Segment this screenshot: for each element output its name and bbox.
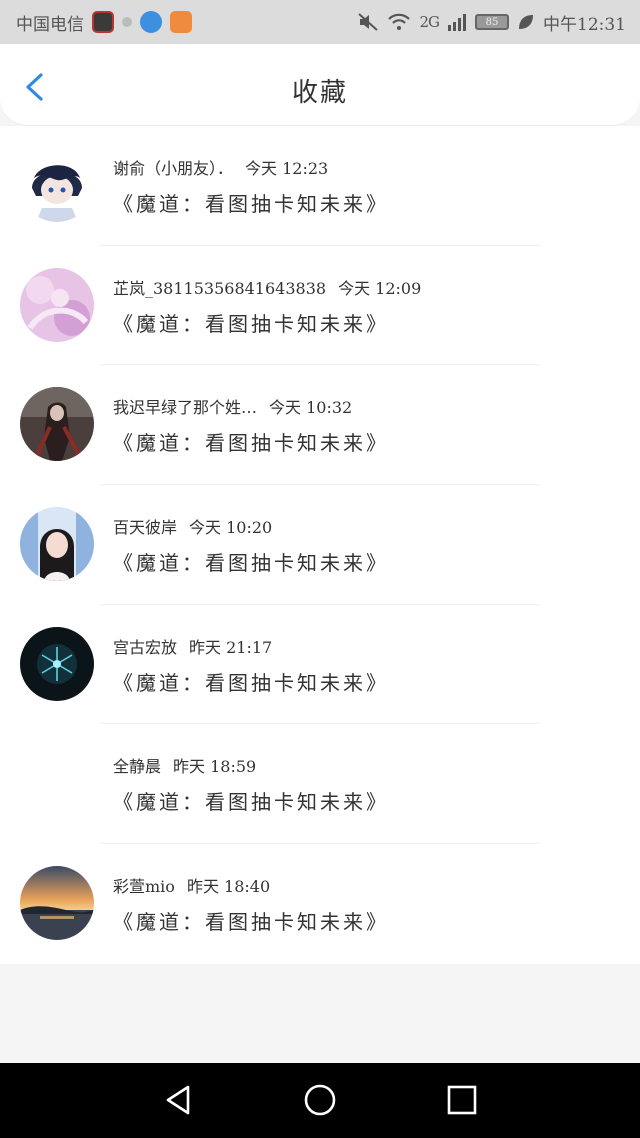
timestamp: 昨天 18:59 — [173, 757, 257, 777]
book-title[interactable]: 《魔道：看图抽卡知未来》 — [113, 906, 389, 935]
status-bar: 中国电信 2G 85 中午12:31 — [0, 0, 640, 44]
item-meta: 我迟早绿了那个姓… 今天 10:32 — [113, 394, 352, 418]
list-item[interactable]: 我迟早绿了那个姓… 今天 10:32 《魔道：看图抽卡知未来》 — [0, 365, 640, 486]
mute-icon — [358, 13, 379, 31]
timestamp: 昨天 21:17 — [189, 637, 273, 657]
book-title[interactable]: 《魔道：看图抽卡知未来》 — [113, 308, 389, 337]
avatar[interactable] — [20, 866, 94, 941]
play-app-icon — [170, 11, 192, 33]
notification-dot-icon — [122, 17, 132, 27]
username: 芷岚_38115356841643838 — [113, 278, 327, 298]
item-meta: 谢俞（小朋友）． 今天 12:23 — [113, 155, 328, 179]
item-meta: 宫古宏放 昨天 21:17 — [113, 634, 272, 658]
timestamp: 今天 10:32 — [269, 398, 353, 418]
username: 百天彼岸 — [113, 518, 178, 538]
avatar[interactable] — [20, 148, 94, 222]
username: 全静晨 — [113, 757, 162, 777]
list-item[interactable]: 宫古宏放 昨天 21:17 《魔道：看图抽卡知未来》 — [0, 605, 640, 725]
avatar[interactable] — [20, 626, 94, 701]
clock-label: 中午12:31 — [543, 14, 626, 35]
list-item[interactable]: 芷岚_38115356841643838 今天 12:09 《魔道：看图抽卡知未来… — [0, 246, 640, 366]
list-item[interactable]: 百天彼岸 今天 10:20 《魔道：看图抽卡知未来》 — [0, 485, 640, 605]
triangle-back-icon[interactable] — [162, 1083, 196, 1117]
list-item[interactable]: 全静晨 昨天 18:59 《魔道：看图抽卡知未来》 — [0, 724, 640, 845]
item-meta: 全静晨 昨天 18:59 — [113, 753, 256, 777]
timestamp: 今天 12:09 — [338, 278, 422, 298]
signal-icon — [448, 14, 466, 31]
book-title[interactable]: 《魔道：看图抽卡知未来》 — [113, 547, 389, 576]
book-title[interactable]: 《魔道：看图抽卡知未来》 — [113, 188, 389, 217]
item-meta: 彩萱mio 昨天 18:40 — [113, 873, 270, 897]
username: 彩萱mio — [113, 877, 175, 897]
page-title: 收藏 — [291, 78, 348, 108]
username: 我迟早绿了那个姓… — [113, 398, 258, 418]
browser-app-icon — [140, 11, 162, 33]
status-bar-left: 中国电信 — [16, 10, 192, 35]
item-meta: 百天彼岸 今天 10:20 — [113, 514, 272, 538]
avatar[interactable] — [20, 746, 94, 820]
network-type-label: 2G — [419, 13, 440, 31]
book-title[interactable]: 《魔道：看图抽卡知未来》 — [113, 427, 389, 456]
leaf-icon — [519, 15, 533, 29]
circle-home-icon[interactable] — [303, 1083, 337, 1117]
nav-header: 收藏 — [0, 44, 640, 126]
video-app-icon — [92, 11, 114, 33]
username: 谢俞（小朋友）． — [113, 159, 234, 178]
list-item[interactable]: 谢俞（小朋友）． 今天 12:23 《魔道：看图抽卡知未来》 — [0, 126, 640, 246]
book-title[interactable]: 《魔道：看图抽卡知未来》 — [113, 667, 389, 696]
list-item[interactable]: 彩萱mio 昨天 18:40 《魔道：看图抽卡知未来》 — [0, 844, 640, 964]
timestamp: 今天 10:20 — [189, 518, 273, 538]
wifi-icon — [388, 13, 411, 30]
item-meta: 芷岚_38115356841643838 今天 12:09 — [113, 275, 421, 299]
timestamp: 今天 12:23 — [245, 159, 329, 178]
status-bar-right: 2G 85 中午12:31 — [357, 10, 626, 35]
square-recent-icon[interactable] — [445, 1083, 479, 1117]
system-nav-bar — [0, 1063, 640, 1138]
timestamp: 昨天 18:40 — [186, 877, 271, 897]
username: 宫古宏放 — [113, 637, 178, 657]
favorites-list: 谢俞（小朋友）． 今天 12:23 《魔道：看图抽卡知未来》 芷岚_3811535… — [0, 126, 640, 964]
battery-icon: 85 — [475, 14, 509, 30]
carrier-label: 中国电信 — [16, 14, 84, 35]
avatar[interactable] — [20, 387, 94, 462]
avatar[interactable] — [20, 507, 94, 582]
avatar[interactable] — [20, 267, 94, 342]
book-title[interactable]: 《魔道：看图抽卡知未来》 — [113, 786, 389, 815]
